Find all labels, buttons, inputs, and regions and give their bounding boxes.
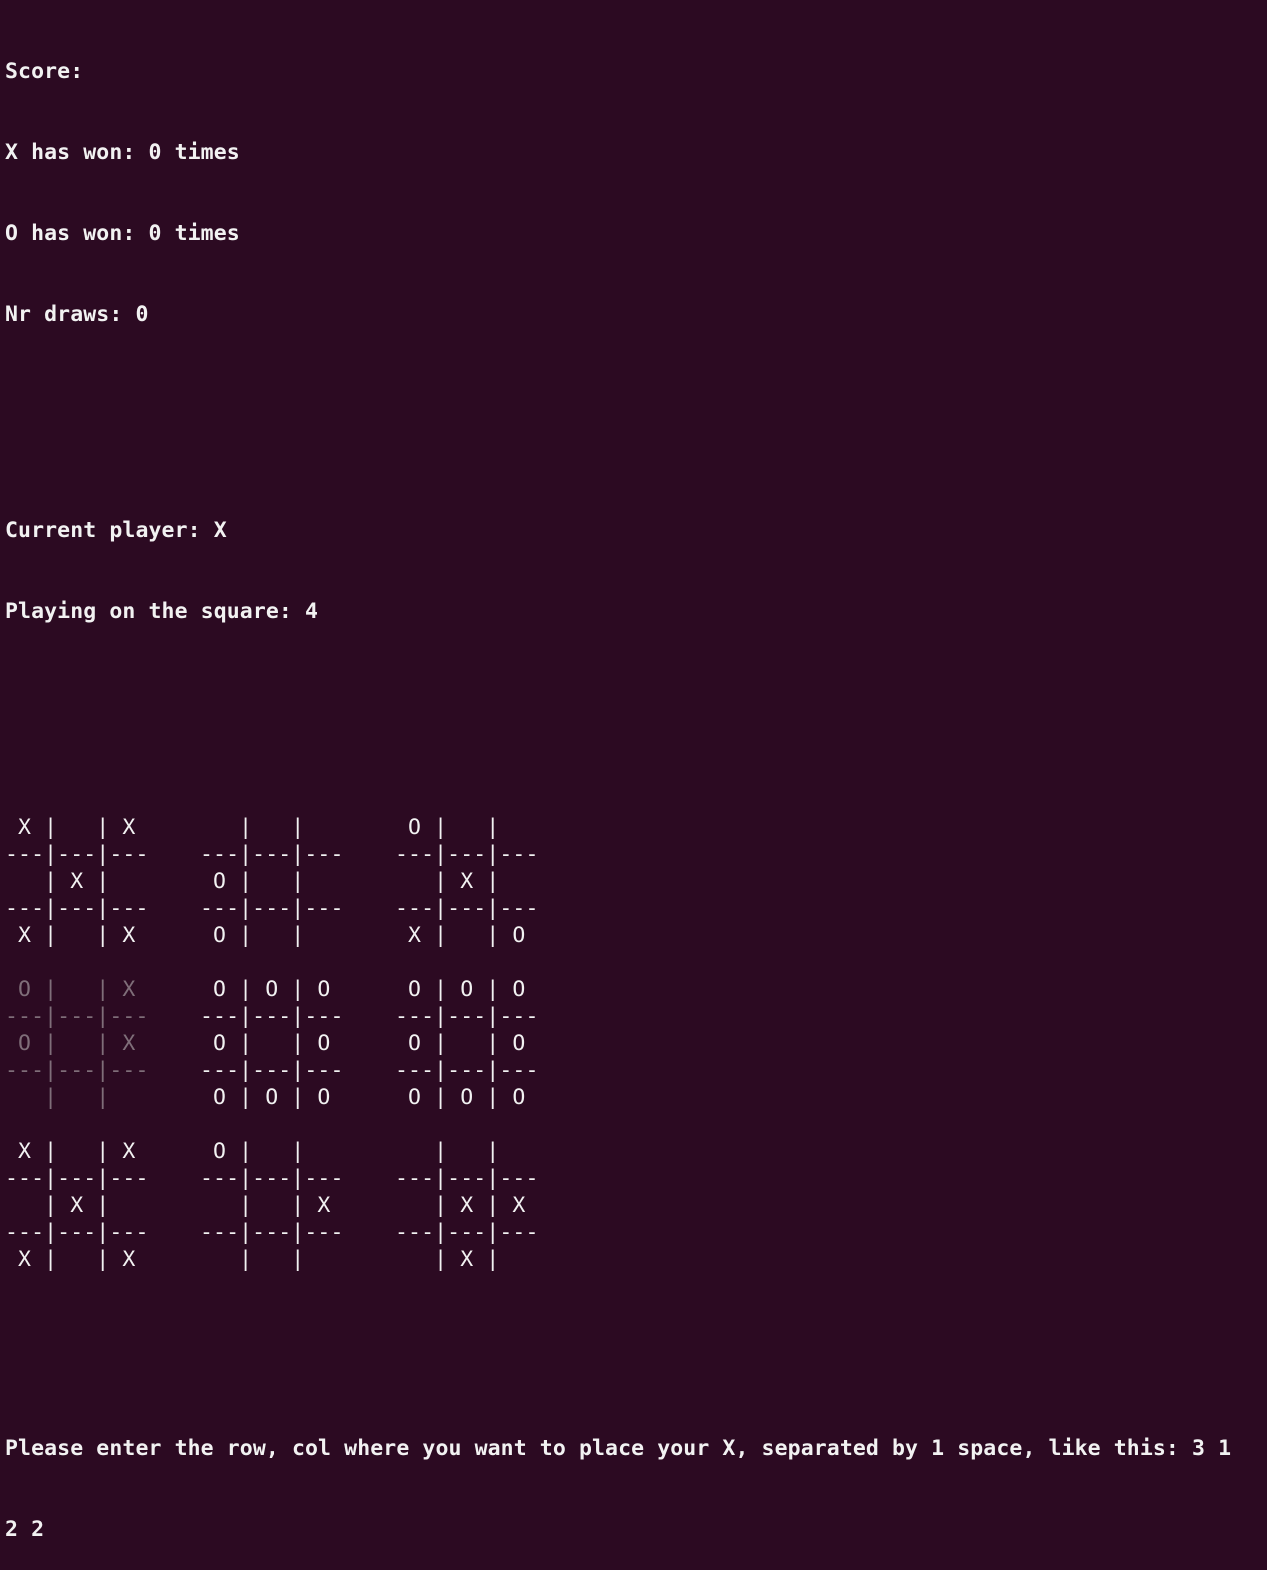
small-board-line: | X | [395, 1247, 500, 1272]
small-board-line: ---|---|--- [200, 1004, 344, 1029]
small-board-line: ---|---|--- [200, 842, 344, 867]
small-board-line: ---|---|--- [5, 1058, 149, 1083]
small-board-line: ---|---|--- [395, 896, 539, 921]
blank-space [5, 679, 1262, 733]
small-board-line: | | X [200, 1193, 331, 1218]
board-line: X | | X O | | | | [5, 1138, 1262, 1165]
user-input[interactable]: 2 2 [5, 1516, 1262, 1543]
small-board-line: | | [5, 1085, 110, 1110]
small-board-line: O | | X [5, 1031, 136, 1056]
small-board-line: X | | X [5, 923, 136, 948]
board-line: ---|---|--- ---|---|--- ---|---|--- [5, 841, 1262, 868]
small-board-line: O | O | O [395, 977, 526, 1002]
small-board-line: O | | X [5, 977, 136, 1002]
small-board-line: ---|---|--- [395, 1058, 539, 1083]
draws-text: Nr draws: 0 [5, 302, 149, 327]
small-board-line: | X | [5, 1193, 110, 1218]
board-line: O | | X O | | O O | | O [5, 1030, 1262, 1057]
small-board-line: ---|---|--- [200, 1058, 344, 1083]
small-board-line: O | | [395, 815, 500, 840]
small-board-line: ---|---|--- [395, 842, 539, 867]
small-board-line: X | | O [395, 923, 526, 948]
small-board-line: | X | X [395, 1193, 526, 1218]
small-board-line: X | | X [5, 1139, 136, 1164]
small-board-line: ---|---|--- [5, 1220, 149, 1245]
terminal-window[interactable]: Score: X has won: 0 times O has won: 0 t… [5, 4, 1262, 1542]
board-line: | X | O | | | X | [5, 868, 1262, 895]
board-row: O | | X O | O | O O | O | O ---|---|--- --… [5, 976, 1262, 1111]
small-board-line: ---|---|--- [200, 1220, 344, 1245]
o-wins-text: O has won: 0 times [5, 221, 240, 246]
small-board-line: O | O | O [395, 1085, 526, 1110]
board-line: X | | X | | | X | [5, 1246, 1262, 1273]
small-board-line: O | | [200, 923, 305, 948]
small-board-line: ---|---|--- [5, 896, 149, 921]
board-line: X | | X | | O | | [5, 814, 1262, 841]
blank-space [5, 1354, 1262, 1381]
small-board-line: ---|---|--- [5, 1004, 149, 1029]
small-board-line: O | | O [395, 1031, 526, 1056]
board-line: ---|---|--- ---|---|--- ---|---|--- [5, 1219, 1262, 1246]
small-board-line: ---|---|--- [395, 1004, 539, 1029]
board-line: ---|---|--- ---|---|--- ---|---|--- [5, 1057, 1262, 1084]
small-board-line: X | | X [5, 1247, 136, 1272]
board-line: | X | | | X | X | X [5, 1192, 1262, 1219]
input-prompt: Please enter the row, col where you want… [5, 1436, 1232, 1461]
board-row: X | | X O | | | | ---|---|--- ---|---|--- -… [5, 1138, 1262, 1273]
small-board-line: O | O | O [200, 977, 331, 1002]
board-line: | | O | O | O O | O | O [5, 1084, 1262, 1111]
score-heading: Score: [5, 59, 84, 84]
board-line: ---|---|--- ---|---|--- ---|---|--- [5, 1165, 1262, 1192]
board-line: ---|---|--- ---|---|--- ---|---|--- [5, 1003, 1262, 1030]
board-line: O | | X O | O | O O | O | O [5, 976, 1262, 1003]
board-line: ---|---|--- ---|---|--- ---|---|--- [5, 895, 1262, 922]
current-player-text: Current player: X [5, 518, 227, 543]
small-board-line: ---|---|--- [5, 842, 149, 867]
board-line: X | | X O | | X | | O [5, 922, 1262, 949]
small-board-line: ---|---|--- [5, 1166, 149, 1191]
ultimate-board: X | | X | | O | | ---|---|--- ---|---|--- -… [5, 814, 1262, 1273]
board-row: X | | X | | O | | ---|---|--- ---|---|--- -… [5, 814, 1262, 949]
small-board-line: ---|---|--- [395, 1220, 539, 1245]
small-board-line: | X | [395, 869, 500, 894]
small-board-line: O | | [200, 869, 305, 894]
playing-square-text: Playing on the square: 4 [5, 599, 319, 624]
small-board-line: | | [395, 1139, 500, 1164]
small-board-line: O | | [200, 1139, 305, 1164]
small-board-line: O | | O [200, 1031, 331, 1056]
small-board-line: | | [200, 815, 305, 840]
blank-space [5, 382, 1262, 463]
x-wins-text: X has won: 0 times [5, 140, 240, 165]
small-board-line: O | O | O [200, 1085, 331, 1110]
small-board-line: X | | X [5, 815, 136, 840]
small-board-line: ---|---|--- [395, 1166, 539, 1191]
small-board-line: ---|---|--- [200, 1166, 344, 1191]
small-board-line: | X | [5, 869, 149, 894]
small-board-line: | | [200, 1247, 305, 1272]
small-board-line: ---|---|--- [200, 896, 344, 921]
